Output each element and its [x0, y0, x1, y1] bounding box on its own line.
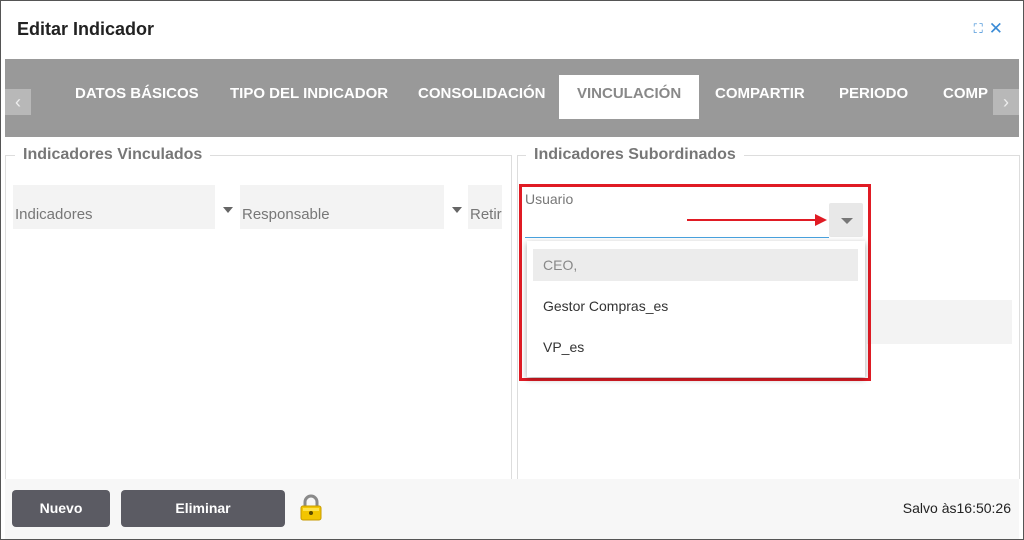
- annotation-arrow: [687, 219, 817, 221]
- left-panel-border-right: [511, 155, 512, 479]
- left-panel-title: Indicadores Vinculados: [15, 146, 211, 164]
- lock-icon[interactable]: [298, 494, 324, 522]
- column-header-retira[interactable]: Retira: [468, 185, 502, 229]
- dropdown-option-gestor-compras[interactable]: Gestor Compras_es: [533, 290, 858, 322]
- title-bar: Editar Indicador ⛶ ✕: [1, 1, 1023, 59]
- tab-tipo-del-indicador[interactable]: TIPO DEL INDICADOR: [212, 75, 406, 119]
- right-panel-border-left: [517, 155, 518, 479]
- grid-header-strip: [867, 300, 1012, 344]
- delete-button[interactable]: Eliminar: [121, 490, 285, 527]
- dropdown-option-vp[interactable]: VP_es: [533, 331, 858, 363]
- dropdown-option-ceo[interactable]: CEO,: [533, 249, 858, 281]
- column-header-indicadores[interactable]: Indicadores: [13, 185, 215, 229]
- usuario-dropdown-button[interactable]: [829, 203, 863, 237]
- saved-status: Salvo às16:50:26: [902, 500, 1011, 516]
- tab-scroll-left-button[interactable]: ‹: [5, 89, 31, 115]
- usuario-field[interactable]: [525, 237, 829, 238]
- tab-bar: ‹ DATOS BÁSICOS TIPO DEL INDICADOR CONSO…: [5, 59, 1019, 137]
- usuario-dropdown-list: CEO, Gestor Compras_es VP_es: [527, 241, 865, 377]
- usuario-label: Usuario: [525, 191, 574, 207]
- chevron-down-icon: [841, 218, 853, 224]
- window-controls: ⛶ ✕: [974, 20, 1003, 37]
- dialog-title: Editar Indicador: [17, 19, 155, 39]
- tab-compartir[interactable]: COMPARTIR: [697, 75, 823, 119]
- annotation-arrow-head: [815, 214, 827, 226]
- right-panel-title: Indicadores Subordinados: [526, 146, 744, 164]
- column-menu-icon[interactable]: [223, 207, 233, 213]
- new-button[interactable]: Nuevo: [12, 490, 110, 527]
- tab-periodo[interactable]: PERIODO: [821, 75, 926, 119]
- column-menu-icon[interactable]: [452, 207, 462, 213]
- tab-scroll-right-button[interactable]: ›: [993, 89, 1019, 115]
- left-panel-border-left: [5, 155, 6, 479]
- right-panel-border-right: [1019, 155, 1020, 479]
- dialog-window: Editar Indicador ⛶ ✕ ‹ DATOS BÁSICOS TIP…: [0, 0, 1024, 540]
- close-icon[interactable]: ✕: [989, 20, 1003, 37]
- tab-vinculacion[interactable]: VINCULACIÓN: [559, 75, 700, 119]
- column-header-responsable[interactable]: Responsable: [240, 185, 444, 229]
- tab-datos-basicos[interactable]: DATOS BÁSICOS: [57, 75, 217, 119]
- tab-consolidacion[interactable]: CONSOLIDACIÓN: [400, 75, 564, 119]
- expand-icon[interactable]: ⛶: [974, 21, 983, 37]
